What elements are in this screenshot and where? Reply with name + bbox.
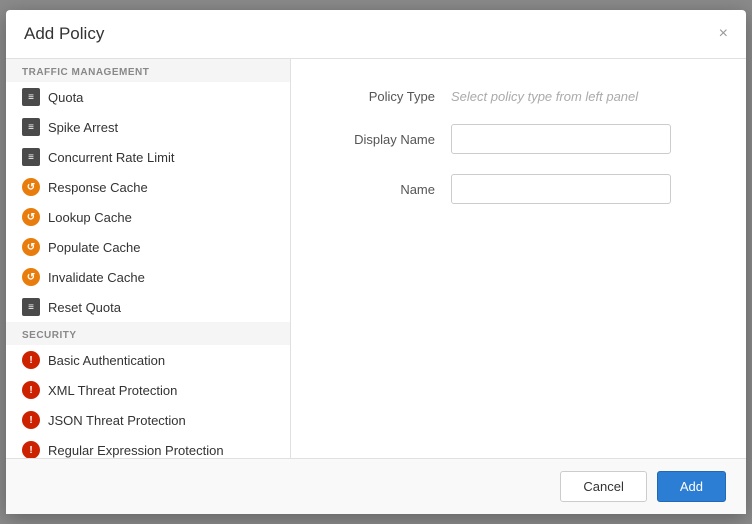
- spike-arrest-label: Spike Arrest: [48, 120, 118, 135]
- modal-body: TRAFFIC MANAGEMENT ≡ Quota ≡ Spike Arres…: [6, 59, 746, 458]
- cancel-button[interactable]: Cancel: [560, 471, 646, 502]
- concurrent-rate-label: Concurrent Rate Limit: [48, 150, 174, 165]
- display-name-input[interactable]: [451, 124, 671, 154]
- list-item[interactable]: ! Basic Authentication: [6, 345, 290, 375]
- list-item[interactable]: ↺ Populate Cache: [6, 232, 290, 262]
- modal-header: Add Policy ×: [6, 10, 746, 59]
- modal-footer: Cancel Add: [6, 458, 746, 514]
- policy-type-label: Policy Type: [331, 89, 451, 104]
- response-cache-icon: ↺: [22, 178, 40, 196]
- list-item[interactable]: ↺ Invalidate Cache: [6, 262, 290, 292]
- list-item[interactable]: ≡ Quota: [6, 82, 290, 112]
- xml-threat-label: XML Threat Protection: [48, 383, 177, 398]
- populate-cache-icon: ↺: [22, 238, 40, 256]
- json-threat-icon: !: [22, 411, 40, 429]
- display-name-row: Display Name: [331, 124, 706, 154]
- left-panel: TRAFFIC MANAGEMENT ≡ Quota ≡ Spike Arres…: [6, 59, 291, 458]
- spike-arrest-icon: ≡: [22, 118, 40, 136]
- basic-auth-label: Basic Authentication: [48, 353, 165, 368]
- lookup-cache-label: Lookup Cache: [48, 210, 132, 225]
- invalidate-cache-label: Invalidate Cache: [48, 270, 145, 285]
- reset-quota-label: Reset Quota: [48, 300, 121, 315]
- close-button[interactable]: ×: [719, 26, 728, 42]
- name-row: Name: [331, 174, 706, 204]
- list-item[interactable]: ≡ Reset Quota: [6, 292, 290, 322]
- add-policy-modal: Add Policy × TRAFFIC MANAGEMENT ≡ Quota …: [6, 10, 746, 514]
- list-item[interactable]: ! XML Threat Protection: [6, 375, 290, 405]
- reset-quota-icon: ≡: [22, 298, 40, 316]
- lookup-cache-icon: ↺: [22, 208, 40, 226]
- basic-auth-icon: !: [22, 351, 40, 369]
- json-threat-label: JSON Threat Protection: [48, 413, 186, 428]
- list-item[interactable]: ↺ Lookup Cache: [6, 202, 290, 232]
- invalidate-cache-icon: ↺: [22, 268, 40, 286]
- concurrent-rate-icon: ≡: [22, 148, 40, 166]
- quota-label: Quota: [48, 90, 83, 105]
- response-cache-label: Response Cache: [48, 180, 148, 195]
- list-item[interactable]: ! Regular Expression Protection: [6, 435, 290, 458]
- right-panel: Policy Type Select policy type from left…: [291, 59, 746, 458]
- add-button[interactable]: Add: [657, 471, 726, 502]
- quota-icon: ≡: [22, 88, 40, 106]
- traffic-management-header: TRAFFIC MANAGEMENT: [6, 59, 290, 82]
- modal-overlay: Add Policy × TRAFFIC MANAGEMENT ≡ Quota …: [0, 0, 752, 524]
- policy-type-value: Select policy type from left panel: [451, 89, 638, 104]
- list-item[interactable]: ! JSON Threat Protection: [6, 405, 290, 435]
- regex-protection-label: Regular Expression Protection: [48, 443, 224, 458]
- policy-type-row: Policy Type Select policy type from left…: [331, 89, 706, 104]
- name-input[interactable]: [451, 174, 671, 204]
- list-item[interactable]: ≡ Spike Arrest: [6, 112, 290, 142]
- xml-threat-icon: !: [22, 381, 40, 399]
- modal-title: Add Policy: [24, 24, 104, 44]
- regex-protection-icon: !: [22, 441, 40, 458]
- name-label: Name: [331, 182, 451, 197]
- list-item[interactable]: ≡ Concurrent Rate Limit: [6, 142, 290, 172]
- security-header: SECURITY: [6, 322, 290, 345]
- list-item[interactable]: ↺ Response Cache: [6, 172, 290, 202]
- display-name-label: Display Name: [331, 132, 451, 147]
- populate-cache-label: Populate Cache: [48, 240, 141, 255]
